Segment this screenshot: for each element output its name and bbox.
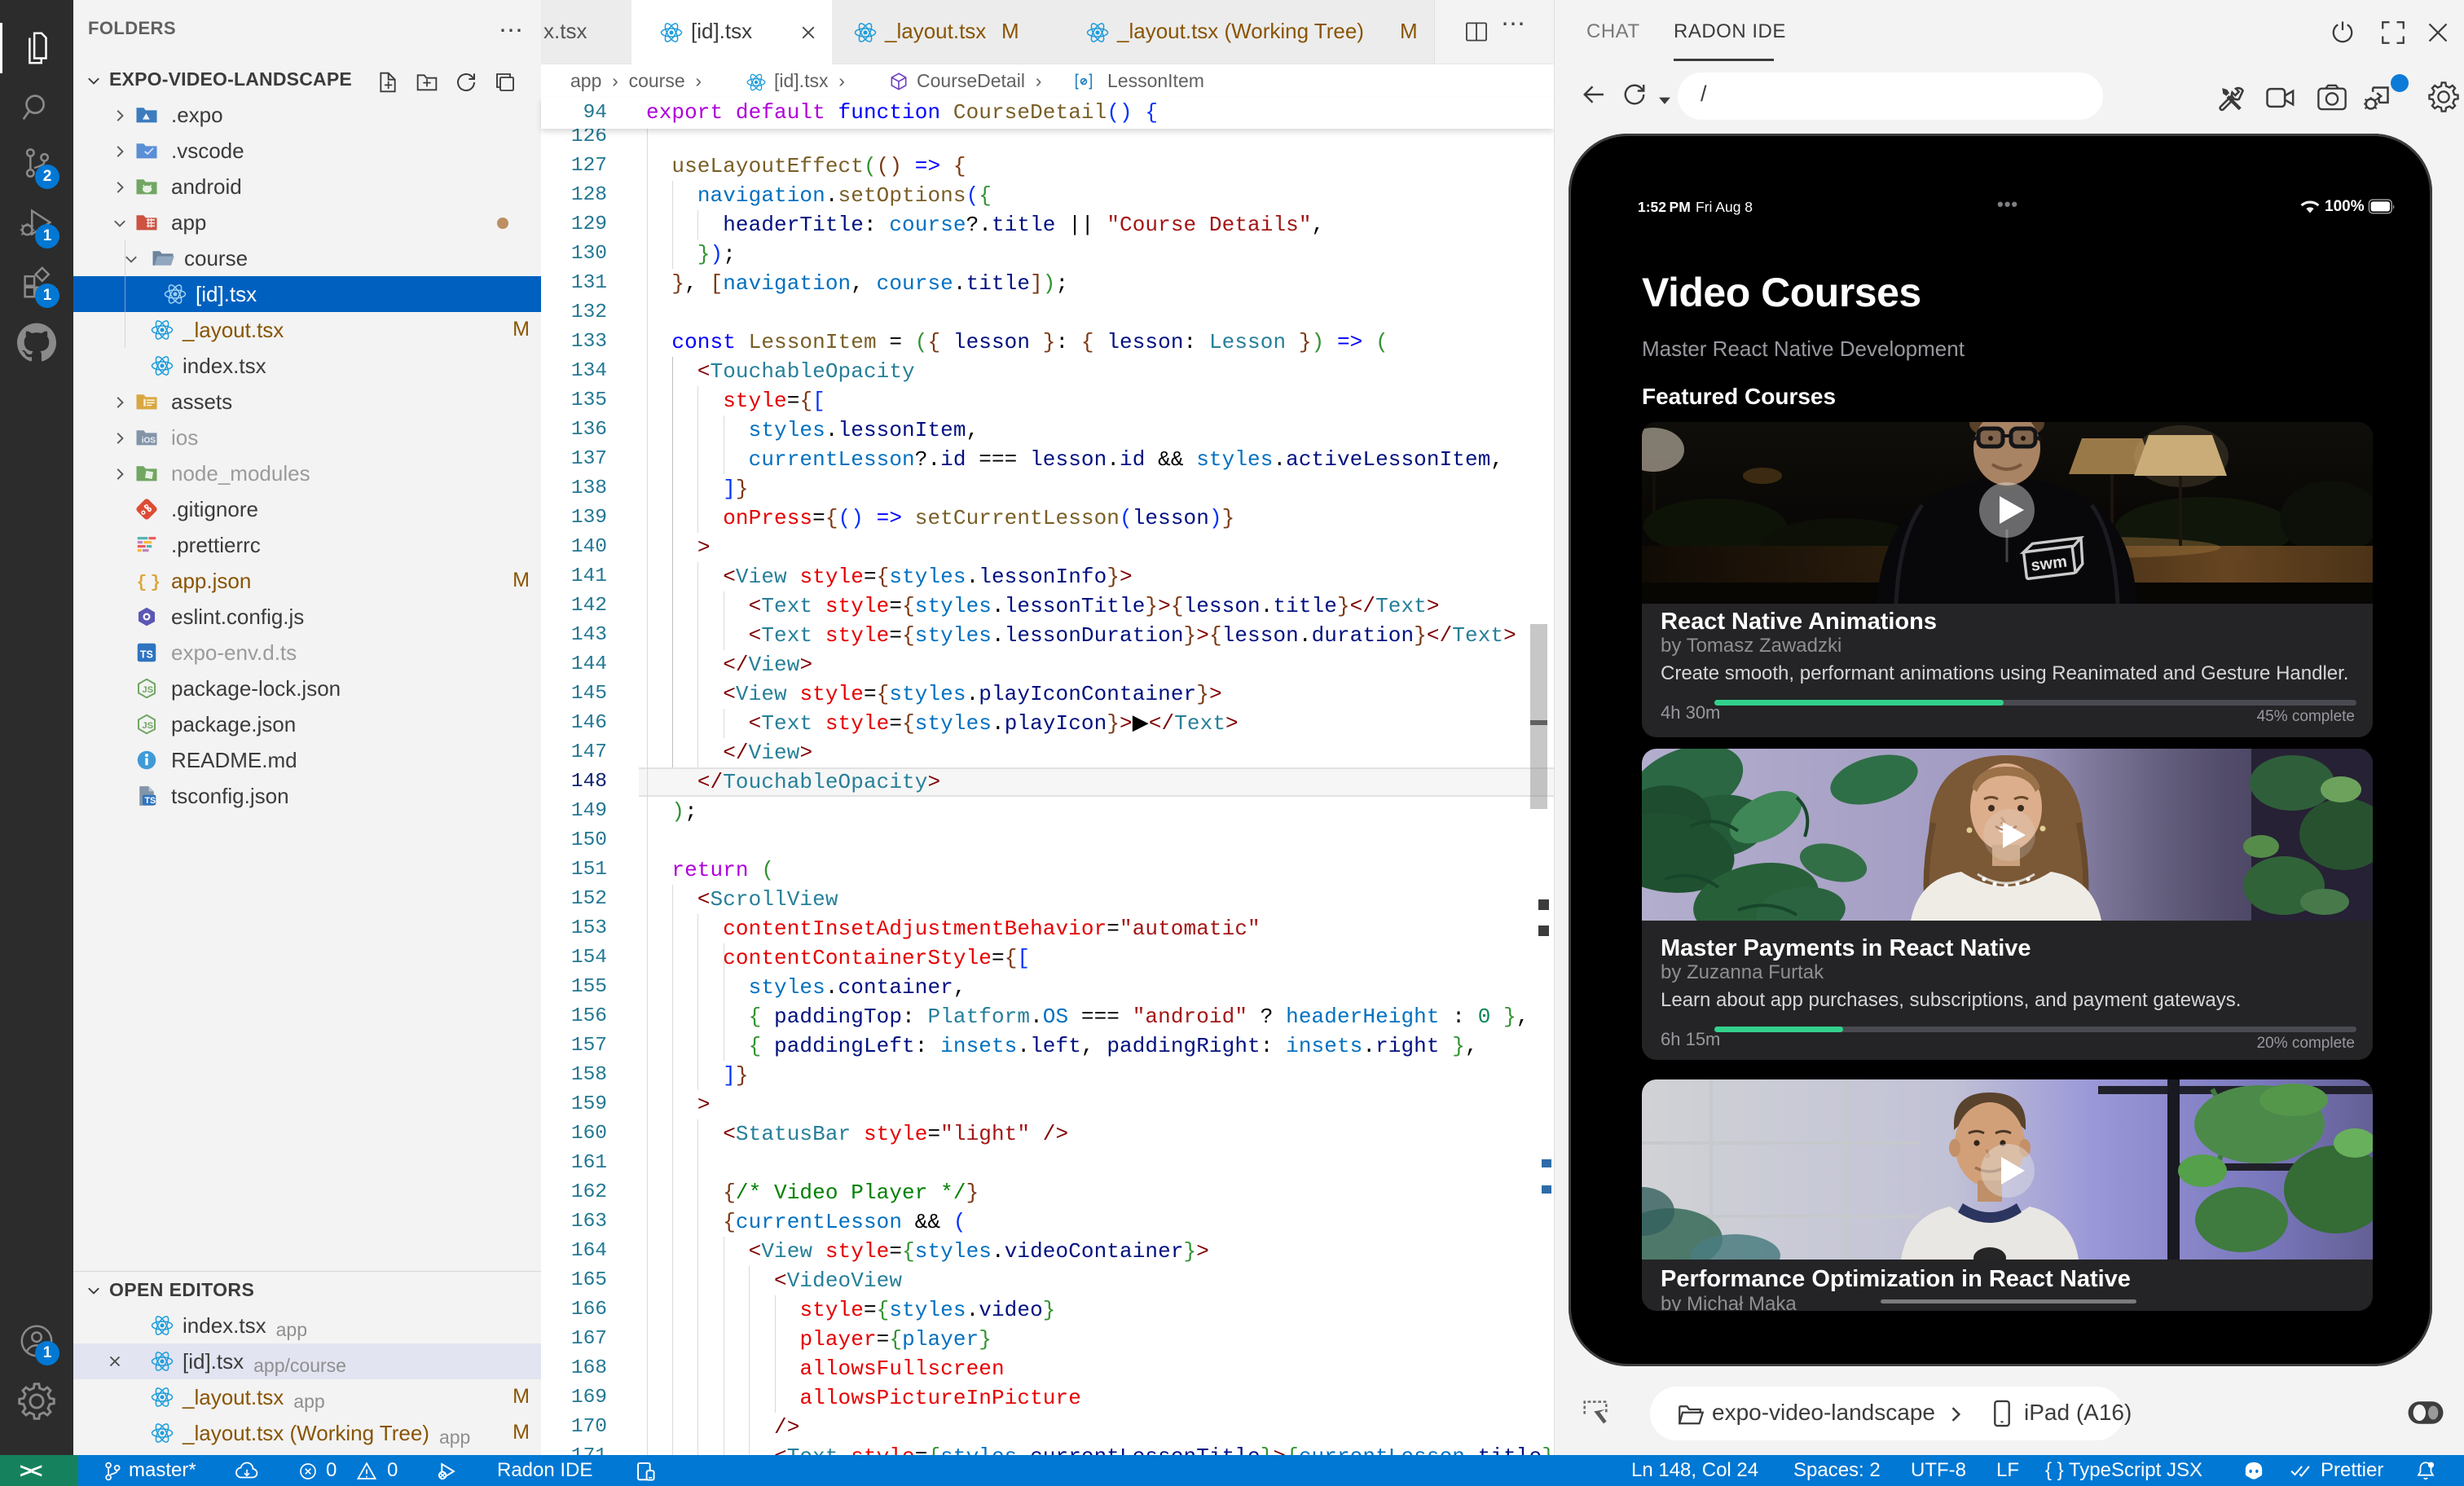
svg-text:{ }: { } — [137, 574, 160, 593]
svg-text:TS: TS — [140, 648, 153, 660]
svg-text:TS: TS — [145, 796, 156, 806]
svg-text:JS: JS — [142, 685, 153, 695]
svg-text:iOS: iOS — [142, 436, 156, 445]
svg-text:JS: JS — [142, 721, 153, 731]
